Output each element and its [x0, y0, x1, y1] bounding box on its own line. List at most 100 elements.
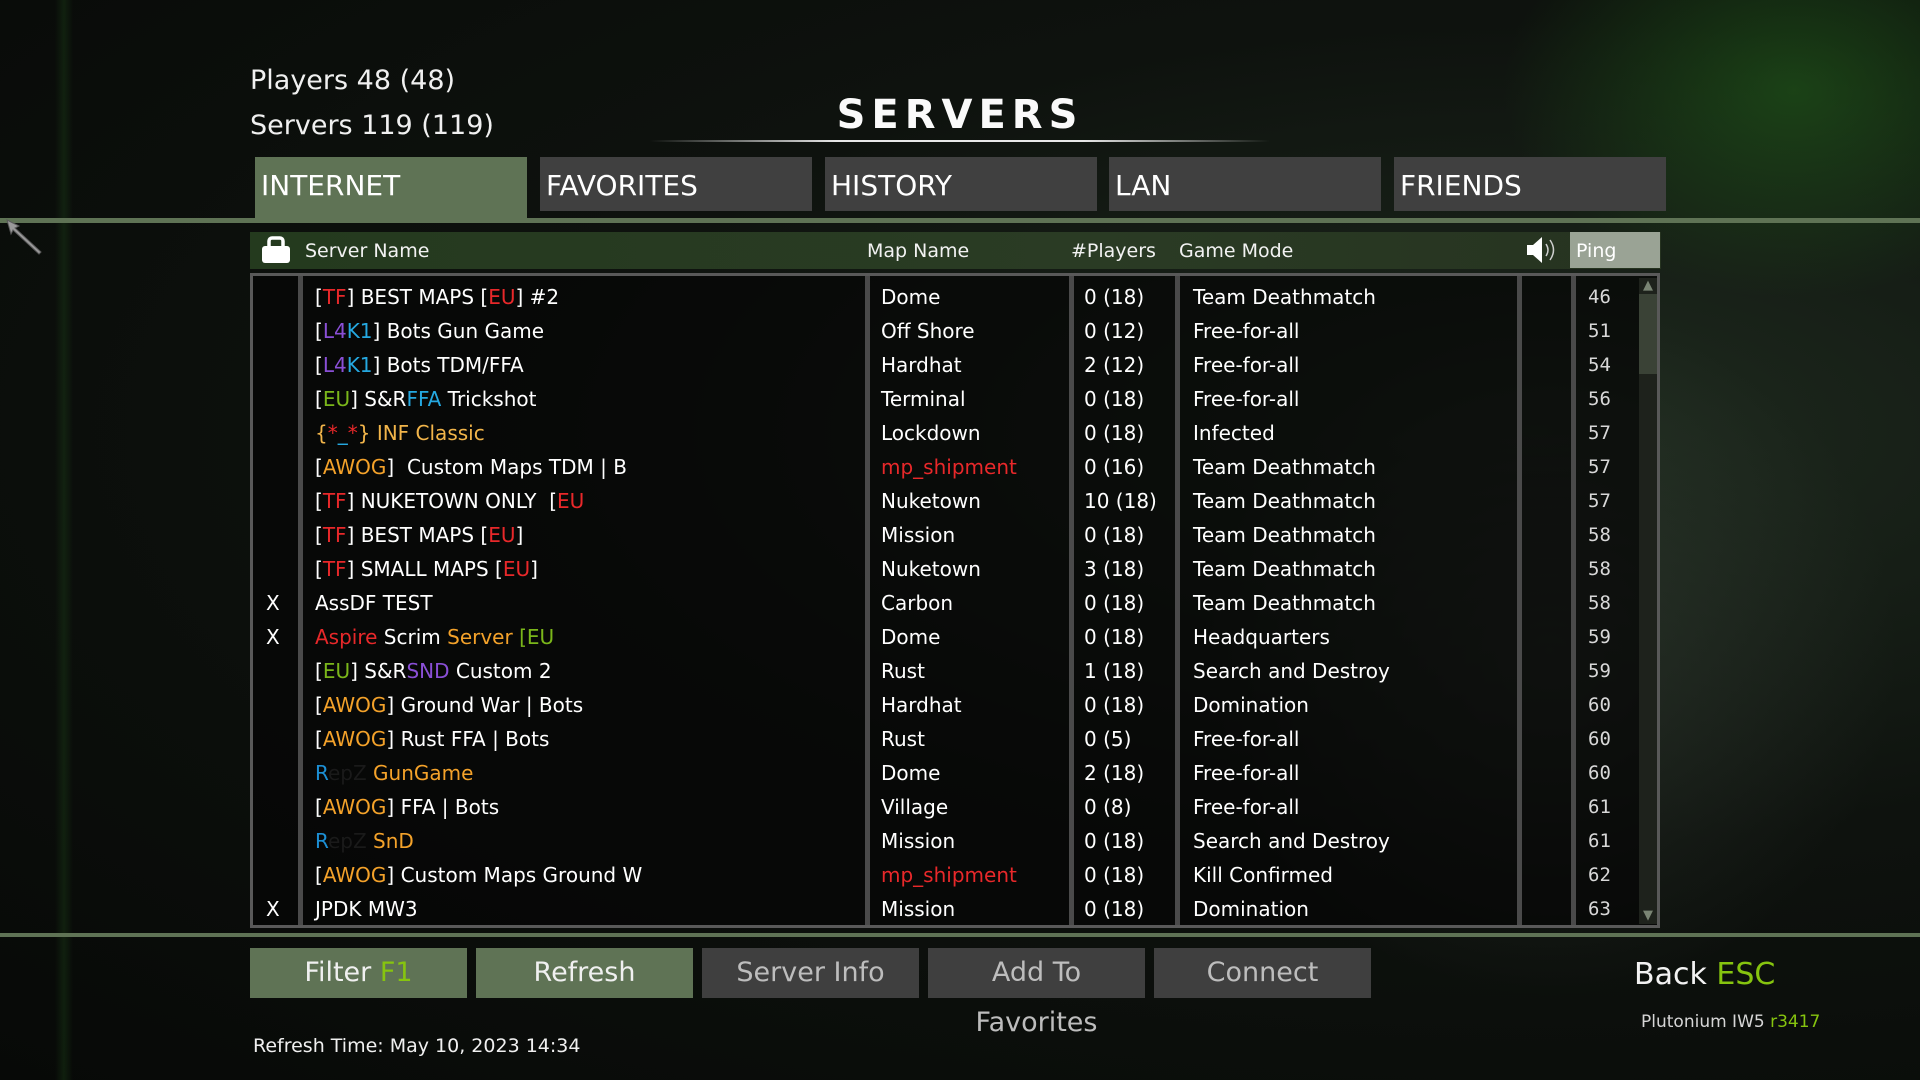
speaker-icon[interactable]: [1525, 234, 1559, 271]
game-mode: Headquarters: [1193, 625, 1330, 649]
server-row[interactable]: [AWOG] FFA | Bots Village 0 (8) Free-for-al…: [253, 790, 1657, 824]
server-name: JPDK MW3: [315, 892, 418, 926]
server-row[interactable]: [TF] BEST MAPS [EU] Mission 0 (18) Team Dea…: [253, 518, 1657, 552]
tab-friends[interactable]: FRIENDS: [1394, 157, 1666, 211]
ping-value: 54: [1588, 354, 1611, 376]
server-row[interactable]: X AssDF TEST Carbon 0 (18) Team Deathmatch 58: [253, 586, 1657, 620]
tab-favorites[interactable]: FAVORITES: [540, 157, 812, 211]
server-name-segment: [: [315, 523, 323, 547]
server-name-segment: Server: [447, 625, 520, 649]
tab-history[interactable]: HISTORY: [825, 157, 1097, 211]
server-row[interactable]: [AWOG] Rust FFA | Bots Rust 0 (5) Free-for-…: [253, 722, 1657, 756]
filter-button[interactable]: Filter F1: [250, 948, 467, 998]
server-row[interactable]: [TF] BEST MAPS [EU] #2 Dome 0 (18) Team Dea…: [253, 280, 1657, 314]
ping-value: 63: [1588, 898, 1611, 920]
game-mode: Domination: [1193, 693, 1309, 717]
server-name-segment: ] Bots TDM/FFA: [372, 353, 524, 377]
server-name: [AWOG] Custom Maps TDM | B: [315, 450, 627, 484]
player-count: 0 (18): [1084, 897, 1145, 921]
server-row[interactable]: [EU] S&RFFA Trickshot Terminal 0 (18) Free-…: [253, 382, 1657, 416]
server-list: [TF] BEST MAPS [EU] #2 Dome 0 (18) Team Dea…: [250, 273, 1660, 928]
map-name: Dome: [881, 761, 941, 785]
server-name-segment: EU: [322, 659, 351, 683]
map-name: Mission: [881, 897, 956, 921]
server-name-segment: TF: [322, 489, 347, 513]
scrollbar[interactable]: ▲ ▼: [1639, 278, 1657, 924]
scroll-down-arrow-icon[interactable]: ▼: [1639, 908, 1657, 924]
server-row[interactable]: {*_*} INF Classic Lockdown 0 (18) Infected 5…: [253, 416, 1657, 450]
server-name-segment: SND: [406, 659, 450, 683]
ping-value: 57: [1588, 490, 1611, 512]
server-name-segment: ] Rust FFA | Bots: [386, 727, 550, 751]
server-name: [TF] SMALL MAPS [EU]: [315, 552, 538, 586]
column-ping[interactable]: Ping: [1570, 232, 1660, 268]
server-row[interactable]: [TF] SMALL MAPS [EU] Nuketown 3 (18) Team D…: [253, 552, 1657, 586]
player-count: 0 (18): [1084, 625, 1145, 649]
player-count: 1 (18): [1084, 659, 1145, 683]
server-name-segment: TF: [322, 523, 347, 547]
server-name: Aspire Scrim Server [EU: [315, 620, 554, 654]
server-name-segment: [: [315, 727, 323, 751]
server-name: RepZ GunGame: [315, 756, 473, 790]
server-row[interactable]: RepZ GunGame Dome 2 (18) Free-for-all 60: [253, 756, 1657, 790]
server-row[interactable]: [TF] NUKETOWN ONLY [EU Nuketown 10 (18) Tea…: [253, 484, 1657, 518]
server-name: {*_*} INF Classic: [315, 416, 485, 450]
ping-value: 59: [1588, 626, 1611, 648]
server-name-segment: AssDF TEST: [315, 591, 433, 615]
server-name: [AWOG] Custom Maps Ground W: [315, 858, 642, 892]
scroll-up-arrow-icon[interactable]: ▲: [1639, 278, 1657, 294]
lock-icon[interactable]: [260, 235, 292, 272]
player-count: 0 (18): [1084, 387, 1145, 411]
player-count: 0 (8): [1084, 795, 1132, 819]
server-row[interactable]: [AWOG] Custom Maps Ground W mp_shipment 0 …: [253, 858, 1657, 892]
column-players[interactable]: #Players: [1071, 232, 1156, 269]
refresh-button[interactable]: Refresh: [476, 948, 693, 998]
server-name: [TF] BEST MAPS [EU]: [315, 518, 523, 552]
scroll-thumb[interactable]: [1639, 294, 1657, 374]
game-mode: Domination: [1193, 897, 1309, 921]
divider: [0, 218, 1920, 223]
server-name-segment: ] NUKETOWN ONLY [: [346, 489, 558, 513]
server-row[interactable]: [EU] S&RSND Custom 2 Rust 1 (18) Search and…: [253, 654, 1657, 688]
server-name-segment: [EU: [519, 625, 555, 649]
page-title: SERVERS: [836, 92, 1084, 138]
server-name: [L4K1] Bots TDM/FFA: [315, 348, 524, 382]
back-label: Back: [1634, 957, 1707, 992]
game-mode: Free-for-all: [1193, 387, 1300, 411]
server-name-segment: ] Custom Maps TDM | B: [386, 455, 627, 479]
server-name: [AWOG] FFA | Bots: [315, 790, 499, 824]
server-name-segment: ] Custom Maps Ground W: [386, 863, 643, 887]
server-row[interactable]: RepZ SnD Mission 0 (18) Search and Destroy 6…: [253, 824, 1657, 858]
game-mode: Free-for-all: [1193, 761, 1300, 785]
server-name-segment: AWOG: [322, 795, 387, 819]
server-info-button[interactable]: Server Info: [702, 948, 919, 998]
password-flag: X: [266, 897, 280, 921]
map-name: Carbon: [881, 591, 954, 615]
server-name-segment: TF: [322, 557, 347, 581]
column-map-name[interactable]: Map Name: [867, 232, 969, 269]
back-button[interactable]: Back ESC: [1634, 957, 1775, 992]
tab-lan[interactable]: LAN: [1109, 157, 1381, 211]
game-mode: Team Deathmatch: [1193, 489, 1376, 513]
player-count: 0 (18): [1084, 693, 1145, 717]
server-row[interactable]: X Aspire Scrim Server [EU Dome 0 (18) Headqu…: [253, 620, 1657, 654]
game-mode: Team Deathmatch: [1193, 591, 1376, 615]
divider: [0, 933, 1920, 937]
game-mode: Free-for-all: [1193, 353, 1300, 377]
connect-button[interactable]: Connect: [1154, 948, 1371, 998]
server-row[interactable]: X JPDK MW3 Mission 0 (18) Domination 63: [253, 892, 1657, 926]
server-row[interactable]: [AWOG] Custom Maps TDM | B mp_shipment 0 (…: [253, 450, 1657, 484]
server-name-segment: ]: [530, 557, 538, 581]
column-game-mode[interactable]: Game Mode: [1179, 232, 1293, 269]
back-hotkey: ESC: [1716, 957, 1776, 992]
server-name-segment: JPDK MW3: [315, 897, 418, 921]
server-name-segment: R: [315, 761, 328, 785]
column-server-name[interactable]: Server Name: [305, 232, 429, 269]
mouse-cursor-icon: [5, 218, 45, 262]
tab-internet[interactable]: INTERNET: [255, 157, 527, 219]
server-row[interactable]: [L4K1] Bots Gun Game Off Shore 0 (12) Free-…: [253, 314, 1657, 348]
server-row[interactable]: [L4K1] Bots TDM/FFA Hardhat 2 (12) Free-for…: [253, 348, 1657, 382]
server-row[interactable]: [AWOG] Ground War | Bots Hardhat 0 (18) Dom…: [253, 688, 1657, 722]
add-to-favorites-button[interactable]: Add To Favorites: [928, 948, 1145, 1038]
version-name: Plutonium IW5: [1641, 1012, 1765, 1032]
